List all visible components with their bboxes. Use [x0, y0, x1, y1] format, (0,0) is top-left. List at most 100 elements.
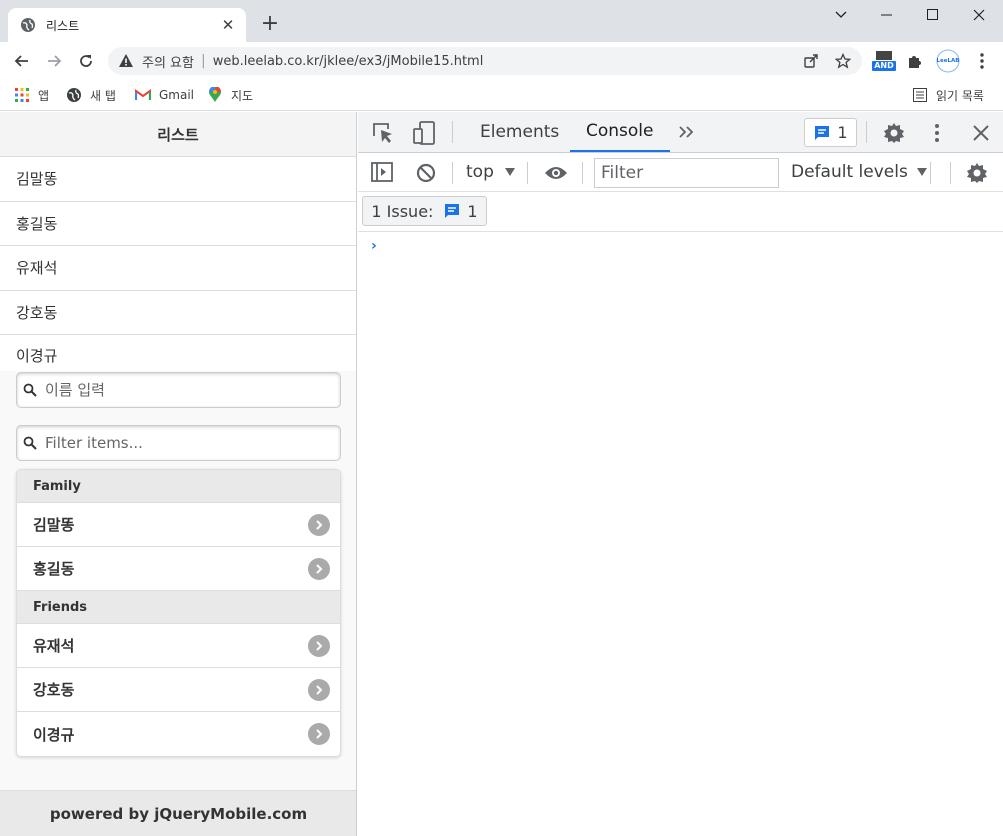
more-tabs-button[interactable] — [676, 124, 696, 140]
filter-field[interactable] — [16, 425, 341, 461]
forward-button[interactable] — [43, 50, 65, 72]
close-icon — [973, 125, 989, 141]
context-selector[interactable]: top — [466, 162, 516, 182]
tab-close-icon[interactable]: ✕ — [220, 17, 236, 33]
new-tab-button[interactable]: + — [258, 12, 282, 36]
star-icon[interactable] — [834, 52, 852, 70]
list-item[interactable]: 이경규 — [0, 335, 356, 371]
list-item-label: 이경규 — [33, 725, 75, 744]
devtools-tabbar: Elements Console 1 — [358, 112, 1003, 153]
devtools-close-button[interactable] — [972, 124, 990, 142]
list-item[interactable]: 유재석 — [17, 624, 340, 668]
leelab-extension-button[interactable]: LeeLAB — [935, 49, 961, 73]
console-prompt[interactable]: › — [371, 238, 377, 254]
list-item-label: 김말똥 — [33, 516, 75, 534]
name-search-input[interactable] — [45, 381, 325, 399]
leelab-logo-label: LeeLAB — [936, 58, 960, 64]
kebab-menu-icon — [935, 124, 939, 142]
browser-tab[interactable]: 리스트 ✕ — [8, 8, 246, 42]
list-item[interactable]: 강호동 — [0, 291, 356, 335]
and-extension-button[interactable]: AND — [871, 50, 897, 72]
tab-elements[interactable]: Elements — [480, 112, 559, 152]
bookmark-maps[interactable]: 지도 — [207, 84, 253, 106]
warning-icon — [119, 54, 133, 67]
list-item[interactable]: 이경규 — [17, 712, 340, 756]
bookmarks-bar: 앱 새 탭 Gmail 지도 읽기 목록 — [0, 79, 1003, 111]
minimize-button[interactable] — [872, 4, 902, 26]
bookmark-label: 새 탭 — [90, 88, 116, 103]
devtools-settings-button[interactable] — [882, 121, 906, 145]
toolbar-divider — [950, 162, 951, 184]
list-item[interactable]: 김말똥 — [17, 503, 340, 547]
list-item-label: 강호동 — [33, 681, 75, 699]
log-levels-dropdown[interactable]: Default levels — [791, 162, 928, 182]
show-sidebar-button[interactable] — [371, 162, 393, 182]
browser-menu-button[interactable] — [972, 50, 992, 72]
toolbar-divider — [452, 121, 453, 143]
tab-search-button[interactable] — [826, 4, 856, 26]
list-item[interactable]: 홍길동 — [0, 202, 356, 246]
maximize-button[interactable] — [918, 4, 948, 26]
device-toolbar-button[interactable] — [412, 120, 436, 146]
chevron-right-icon — [308, 514, 330, 536]
issues-counter: 1 — [837, 123, 848, 142]
clear-console-button[interactable] — [415, 162, 437, 184]
chevron-down-icon — [835, 11, 847, 18]
filter-input[interactable] — [45, 434, 325, 452]
toolbar-divider — [930, 162, 931, 184]
issues-counter-button[interactable]: 1 — [804, 118, 857, 147]
toolbar-divider — [527, 162, 528, 184]
address-separator: | — [200, 53, 206, 69]
reload-button[interactable] — [75, 50, 97, 72]
list-item[interactable]: 김말똥 — [0, 157, 356, 202]
sidebar-toggle-icon — [371, 162, 393, 182]
bookmark-label: 앱 — [38, 88, 50, 103]
search-icon — [23, 436, 37, 450]
bookmark-new-tab[interactable]: 새 탭 — [66, 84, 116, 106]
list-item[interactable]: 강호동 — [17, 668, 340, 712]
mobile-page: 리스트 김말똥 홍길동 유재석 강호동 이경규 Family 김말똥 홍길동 F… — [0, 112, 357, 836]
inspect-element-button[interactable] — [372, 122, 394, 144]
live-expression-button[interactable] — [543, 164, 569, 182]
security-status: 주의 요함 — [142, 55, 194, 71]
name-search-field[interactable] — [16, 372, 341, 408]
bookmark-gmail[interactable]: Gmail — [135, 84, 194, 106]
back-button[interactable] — [11, 50, 33, 72]
extensions-button[interactable] — [905, 50, 925, 72]
tab-console[interactable]: Console — [570, 112, 670, 152]
chevron-right-icon — [308, 679, 330, 701]
browser-titlebar: 리스트 ✕ + — [0, 0, 1003, 42]
page-footer: powered by jQueryMobile.com — [0, 790, 356, 836]
footer-text: powered by jQueryMobile.com — [49, 804, 308, 823]
address-bar[interactable]: 주의 요함 | web.leelab.co.kr/jklee/ex3/jMobi… — [108, 47, 862, 75]
reload-icon — [80, 55, 92, 67]
list-item[interactable]: 홍길동 — [17, 547, 340, 591]
and-extension-label: AND — [874, 61, 894, 70]
console-settings-button[interactable] — [965, 161, 989, 185]
toolbar-divider — [452, 162, 453, 184]
arrow-left-icon — [14, 55, 28, 67]
chevron-right-icon — [308, 723, 330, 745]
log-levels-label: Default levels — [791, 162, 908, 182]
list-item-label: 유재석 — [33, 637, 75, 655]
gear-icon — [884, 123, 904, 143]
issues-count: 1 — [467, 201, 478, 221]
issues-button[interactable]: 1 Issue: 1 — [362, 196, 487, 226]
apps-grid-icon — [14, 87, 30, 103]
eye-icon — [545, 167, 567, 179]
bookmark-apps[interactable]: 앱 — [14, 84, 49, 106]
url-text: web.leelab.co.kr/jklee/ex3/jMobile15.htm… — [212, 53, 484, 69]
console-filter-field[interactable] — [594, 158, 779, 188]
maps-pin-icon — [207, 87, 223, 103]
context-label: top — [466, 162, 494, 182]
devtools-menu-button[interactable] — [930, 123, 944, 143]
list-divider: Friends — [17, 591, 340, 624]
issues-label: 1 Issue: — [371, 201, 434, 221]
reading-list-button[interactable]: 읽기 목록 — [912, 84, 984, 106]
console-filter-input[interactable] — [601, 163, 771, 183]
message-icon — [445, 204, 460, 218]
close-icon — [973, 9, 985, 21]
close-window-button[interactable] — [964, 4, 994, 26]
list-item[interactable]: 유재석 — [0, 246, 356, 291]
share-icon[interactable] — [802, 52, 820, 70]
